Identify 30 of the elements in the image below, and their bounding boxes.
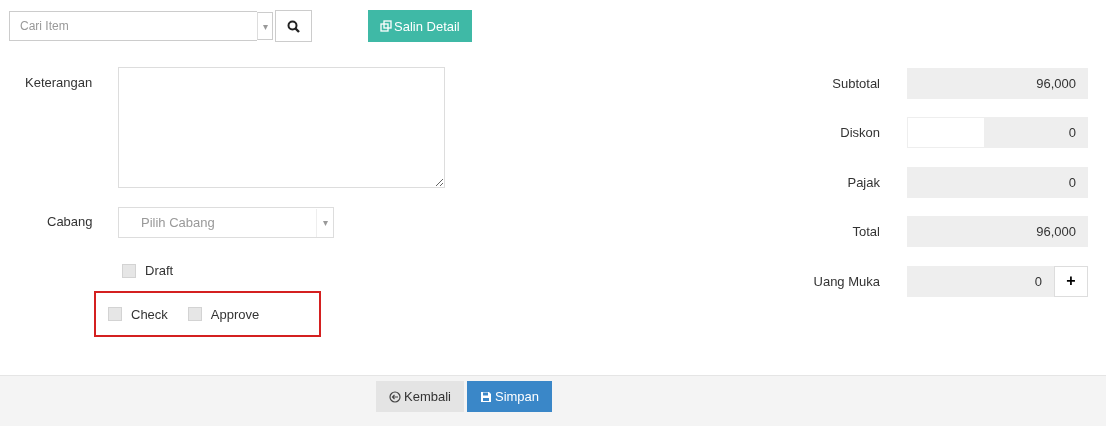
approval-label: Approve bbox=[210, 306, 260, 322]
amount-field: 96,000 bbox=[907, 67, 1088, 99]
back-arrow-icon bbox=[389, 390, 401, 403]
total-label: Uang Muka bbox=[812, 273, 880, 289]
add-button[interactable]: + bbox=[1054, 265, 1088, 297]
approval-checkbox[interactable] bbox=[108, 307, 122, 321]
total-label: Subtotal bbox=[831, 75, 880, 91]
notes-field[interactable] bbox=[118, 67, 445, 188]
branch-label: Cabang bbox=[46, 213, 94, 231]
back-button[interactable]: Kembali bbox=[376, 381, 464, 412]
notes-label: Keterangan bbox=[24, 74, 94, 92]
amount-field: 0 bbox=[985, 117, 1088, 148]
search-field[interactable]: Cari Item bbox=[9, 11, 257, 41]
amount-field: 0 bbox=[907, 265, 1054, 297]
total-label: Total bbox=[851, 224, 880, 239]
branch-select[interactable]: Pilih Cabang ▾ bbox=[118, 207, 334, 238]
copy-button[interactable]: Salin Detail bbox=[368, 10, 472, 42]
amount-field: 96,000 bbox=[907, 216, 1088, 247]
search-icon bbox=[287, 19, 300, 33]
draft-label: Draft bbox=[145, 263, 174, 278]
caret-icon: ▾ bbox=[257, 12, 273, 40]
total-label: Pajak bbox=[846, 174, 880, 190]
search-button[interactable] bbox=[275, 10, 312, 42]
amount-field: 0 bbox=[907, 166, 1088, 198]
total-label: Diskon bbox=[839, 125, 880, 140]
copy-icon bbox=[380, 20, 392, 32]
approval-label: Check bbox=[131, 306, 168, 322]
draft-checkbox[interactable] bbox=[122, 263, 136, 278]
save-button[interactable]: Simpan bbox=[466, 381, 553, 412]
approval-checkbox[interactable] bbox=[187, 307, 202, 321]
